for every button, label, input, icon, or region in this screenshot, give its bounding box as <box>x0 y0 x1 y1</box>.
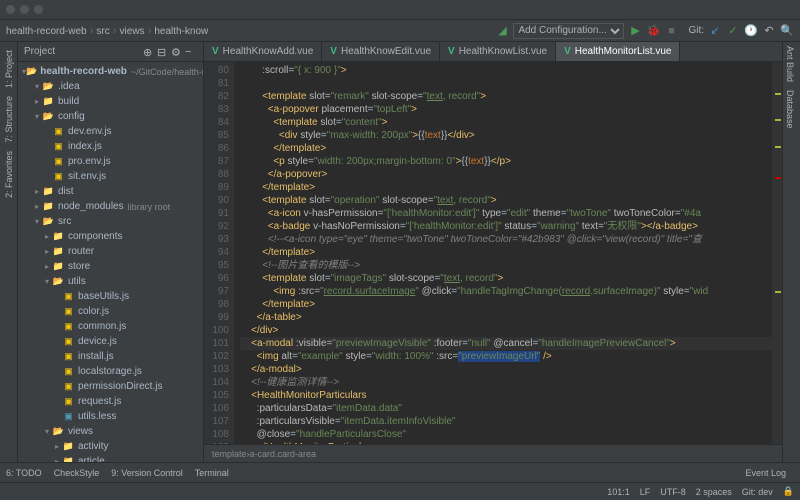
tree-item[interactable]: ▣index.js <box>18 139 203 154</box>
tree-item[interactable]: ▣common.js <box>18 319 203 334</box>
tree-item[interactable]: ▸📁node_moduleslibrary root <box>18 199 203 214</box>
main-toolbar: health-record-web › src › views › health… <box>0 20 800 42</box>
bottom-tool[interactable]: CheckStyle <box>54 468 100 478</box>
structure-crumb[interactable]: a-card.card-area <box>250 449 317 459</box>
caret-pos: 101:1 <box>607 487 630 497</box>
git-label: Git: <box>688 25 704 36</box>
scroll-from-source-icon[interactable]: ⊕ <box>143 46 155 58</box>
line-gutter: 8081828384858687888990919293949596979899… <box>204 62 234 444</box>
stop-icon[interactable]: ■ <box>664 24 678 38</box>
run-config-select[interactable]: Add Configuration... <box>513 23 624 39</box>
run-icon[interactable]: ▶ <box>628 24 642 38</box>
breadcrumb-item[interactable]: src <box>96 26 109 37</box>
left-tool-strip: 1: Project7: Structure2: Favorites <box>0 42 18 462</box>
tree-item[interactable]: ▾📂utils <box>18 274 203 289</box>
tree-item[interactable]: ▸📁router <box>18 244 203 259</box>
right-tool-strip: Ant BuildDatabase <box>782 42 800 462</box>
tree-item[interactable]: ▣device.js <box>18 334 203 349</box>
titlebar <box>0 0 800 20</box>
tree-item[interactable]: ▸📁build <box>18 94 203 109</box>
tree-item[interactable]: ▣dev.env.js <box>18 124 203 139</box>
bottom-tool[interactable]: 9: Version Control <box>111 468 183 478</box>
status-bar: 6: TODO CheckStyle 9: Version Control Termi… <box>0 462 800 482</box>
editor-area: VHealthKnowAdd.vueVHealthKnowEdit.vueVHe… <box>204 42 782 462</box>
line-sep[interactable]: LF <box>640 487 651 497</box>
vcs-update-icon[interactable]: ↙ <box>708 24 722 38</box>
tool-window-tab[interactable]: Database <box>783 86 797 133</box>
project-title: Project <box>24 46 141 57</box>
hide-icon[interactable]: − <box>185 46 197 58</box>
indent[interactable]: 2 spaces <box>696 487 732 497</box>
error-stripe <box>772 62 782 444</box>
tool-window-tab[interactable]: Ant Build <box>783 42 797 86</box>
editor-tab[interactable]: VHealthKnowAdd.vue <box>204 42 322 61</box>
tree-item[interactable]: ▣install.js <box>18 349 203 364</box>
editor-tab[interactable]: VHealthMonitorList.vue <box>556 42 680 61</box>
vcs-commit-icon[interactable]: ✓ <box>726 24 740 38</box>
tree-root[interactable]: ▾📂health-record-web~/GitCode/health-reco… <box>18 64 203 79</box>
tool-window-tab[interactable]: 7: Structure <box>4 92 14 147</box>
tree-item[interactable]: ▣baseUtils.js <box>18 289 203 304</box>
tool-window-tab[interactable]: 2: Favorites <box>4 147 14 202</box>
editor-tab[interactable]: VHealthKnowEdit.vue <box>322 42 440 61</box>
debug-icon[interactable]: 🐞 <box>646 24 660 38</box>
tree-item[interactable]: ▣sit.env.js <box>18 169 203 184</box>
editor-tab[interactable]: VHealthKnowList.vue <box>440 42 556 61</box>
bottom-tool[interactable]: Terminal <box>195 468 229 478</box>
tree-item[interactable]: ▣pro.env.js <box>18 154 203 169</box>
tree-item[interactable]: ▣utils.less <box>18 409 203 424</box>
tree-item[interactable]: ▣color.js <box>18 304 203 319</box>
tree-item[interactable]: ▾📂.idea <box>18 79 203 94</box>
collapse-all-icon[interactable]: ⊟ <box>157 46 169 58</box>
project-tree[interactable]: ▾📂health-record-web~/GitCode/health-reco… <box>18 62 203 462</box>
tree-item[interactable]: ▸📁components <box>18 229 203 244</box>
build-icon[interactable]: ◢ <box>495 24 509 38</box>
event-log[interactable]: Event Log <box>745 468 786 478</box>
structure-crumb[interactable]: template <box>212 449 247 459</box>
lock-icon[interactable]: 🔒 <box>783 486 794 497</box>
project-sidebar: Project ⊕ ⊟ ⚙ − ▾📂health-record-web~/Git… <box>18 42 204 462</box>
tree-item[interactable]: ▾📂config <box>18 109 203 124</box>
tree-item[interactable]: ▾📂views <box>18 424 203 439</box>
bottom-tool[interactable]: 6: TODO <box>6 468 42 478</box>
encoding[interactable]: UTF-8 <box>660 487 686 497</box>
tool-window-tab[interactable]: 1: Project <box>4 46 14 92</box>
breadcrumb-bar[interactable]: template › a-card.card-area <box>204 444 782 462</box>
tree-item[interactable]: ▸📁store <box>18 259 203 274</box>
tree-item[interactable]: ▸📁activity <box>18 439 203 454</box>
status-bar-2: 101:1 LF UTF-8 2 spaces Git: dev 🔒 <box>0 482 800 500</box>
breadcrumb-item[interactable]: health-record-web <box>6 26 87 37</box>
git-branch[interactable]: Git: dev <box>742 487 773 497</box>
tree-item[interactable]: ▣localstorage.js <box>18 364 203 379</box>
tree-item[interactable]: ▾📂src <box>18 214 203 229</box>
code-lines[interactable]: :scroll="{ x: 900 }"> <template slot="re… <box>234 62 772 444</box>
gear-icon[interactable]: ⚙ <box>171 46 183 58</box>
tree-item[interactable]: ▸📁dist <box>18 184 203 199</box>
breadcrumb-item[interactable]: health-know <box>154 26 208 37</box>
tree-item[interactable]: ▸📁article <box>18 454 203 462</box>
vcs-revert-icon[interactable]: ↶ <box>762 24 776 38</box>
tree-item[interactable]: ▣permissionDirect.js <box>18 379 203 394</box>
editor-tabs: VHealthKnowAdd.vueVHealthKnowEdit.vueVHe… <box>204 42 782 62</box>
search-icon[interactable]: 🔍 <box>780 24 794 38</box>
tree-item[interactable]: ▣request.js <box>18 394 203 409</box>
breadcrumb-item[interactable]: views <box>120 26 145 37</box>
vcs-history-icon[interactable]: 🕐 <box>744 24 758 38</box>
